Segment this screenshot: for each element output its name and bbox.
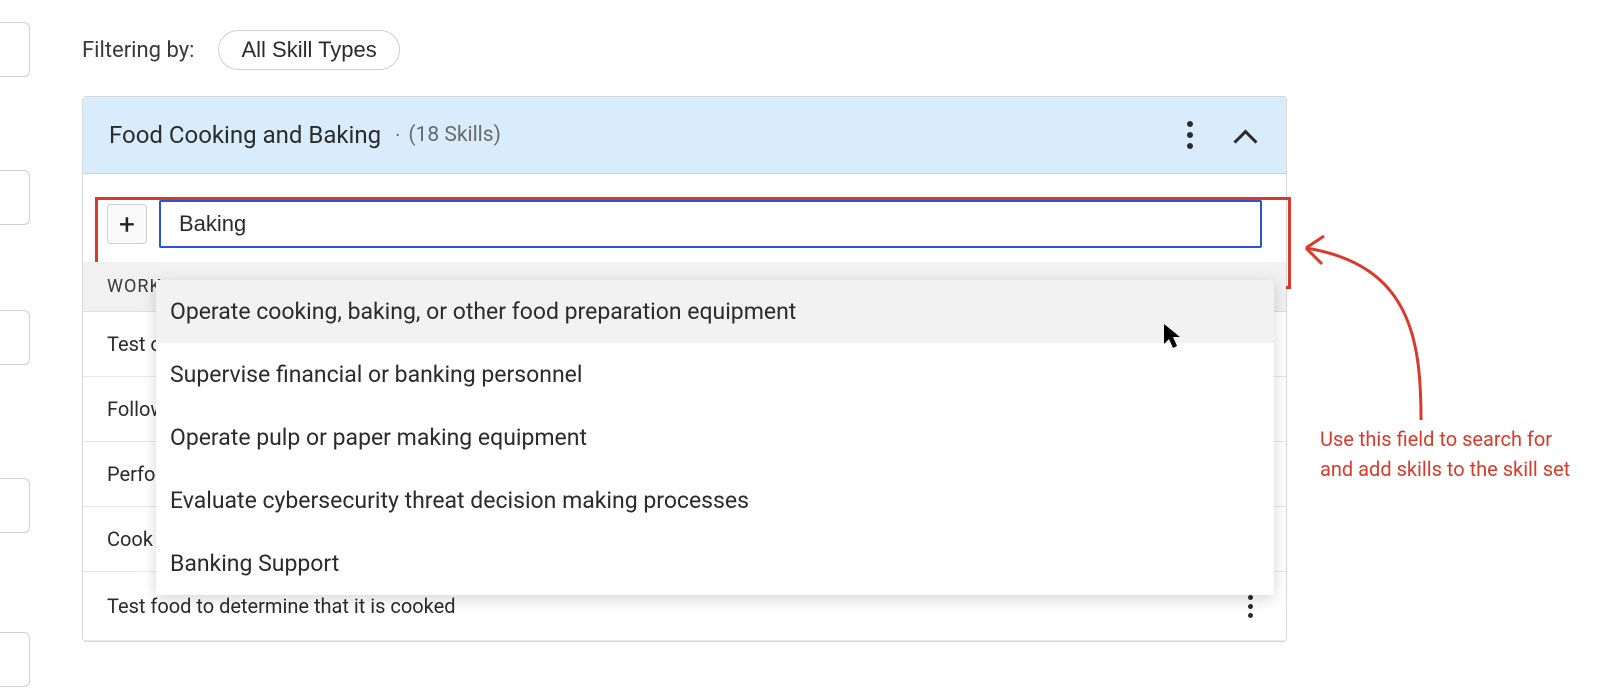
separator-dot: · [395, 123, 400, 147]
suggestion-item[interactable]: Evaluate cybersecurity threat decision m… [156, 469, 1274, 532]
suggestion-item[interactable]: Operate pulp or paper making equipment [156, 406, 1274, 469]
skill-type-filter-pill[interactable]: All Skill Types [218, 30, 399, 70]
annotation-arrow-icon [1296, 230, 1426, 430]
left-sliver [0, 632, 30, 687]
annotation-line: Use this field to search for [1320, 424, 1580, 454]
skill-group-title: Food Cooking and Baking [109, 121, 381, 149]
kebab-icon[interactable] [1238, 592, 1262, 620]
kebab-icon[interactable] [1176, 119, 1204, 151]
skill-row-text: Test c [107, 332, 161, 356]
skill-row-text: Test food to determine that it is cooked [107, 594, 456, 618]
add-skill-button[interactable]: + [107, 204, 147, 244]
skill-row-text: Perfor [107, 462, 162, 486]
suggestion-item[interactable]: Operate cooking, baking, or other food p… [156, 280, 1274, 343]
suggestion-item[interactable]: Banking Support [156, 532, 1274, 595]
cursor-icon [1162, 322, 1182, 350]
left-sliver [0, 170, 30, 225]
skill-group-header[interactable]: Food Cooking and Baking · (18 Skills) [83, 97, 1286, 174]
skill-suggestion-dropdown: Operate cooking, baking, or other food p… [156, 280, 1274, 595]
add-skill-search-row: + [83, 174, 1286, 262]
left-sliver [0, 478, 30, 533]
annotation-line: and add skills to the skill set [1320, 454, 1580, 484]
annotation-text: Use this field to search for and add ski… [1320, 424, 1580, 484]
add-skill-search-input[interactable] [159, 200, 1262, 248]
chevron-up-icon[interactable] [1232, 121, 1260, 149]
filtering-by-label: Filtering by: [82, 38, 194, 63]
suggestion-item[interactable]: Supervise financial or banking personnel [156, 343, 1274, 406]
skill-count: (18 Skills) [408, 123, 501, 147]
left-sliver [0, 22, 30, 77]
left-sliver [0, 310, 30, 365]
